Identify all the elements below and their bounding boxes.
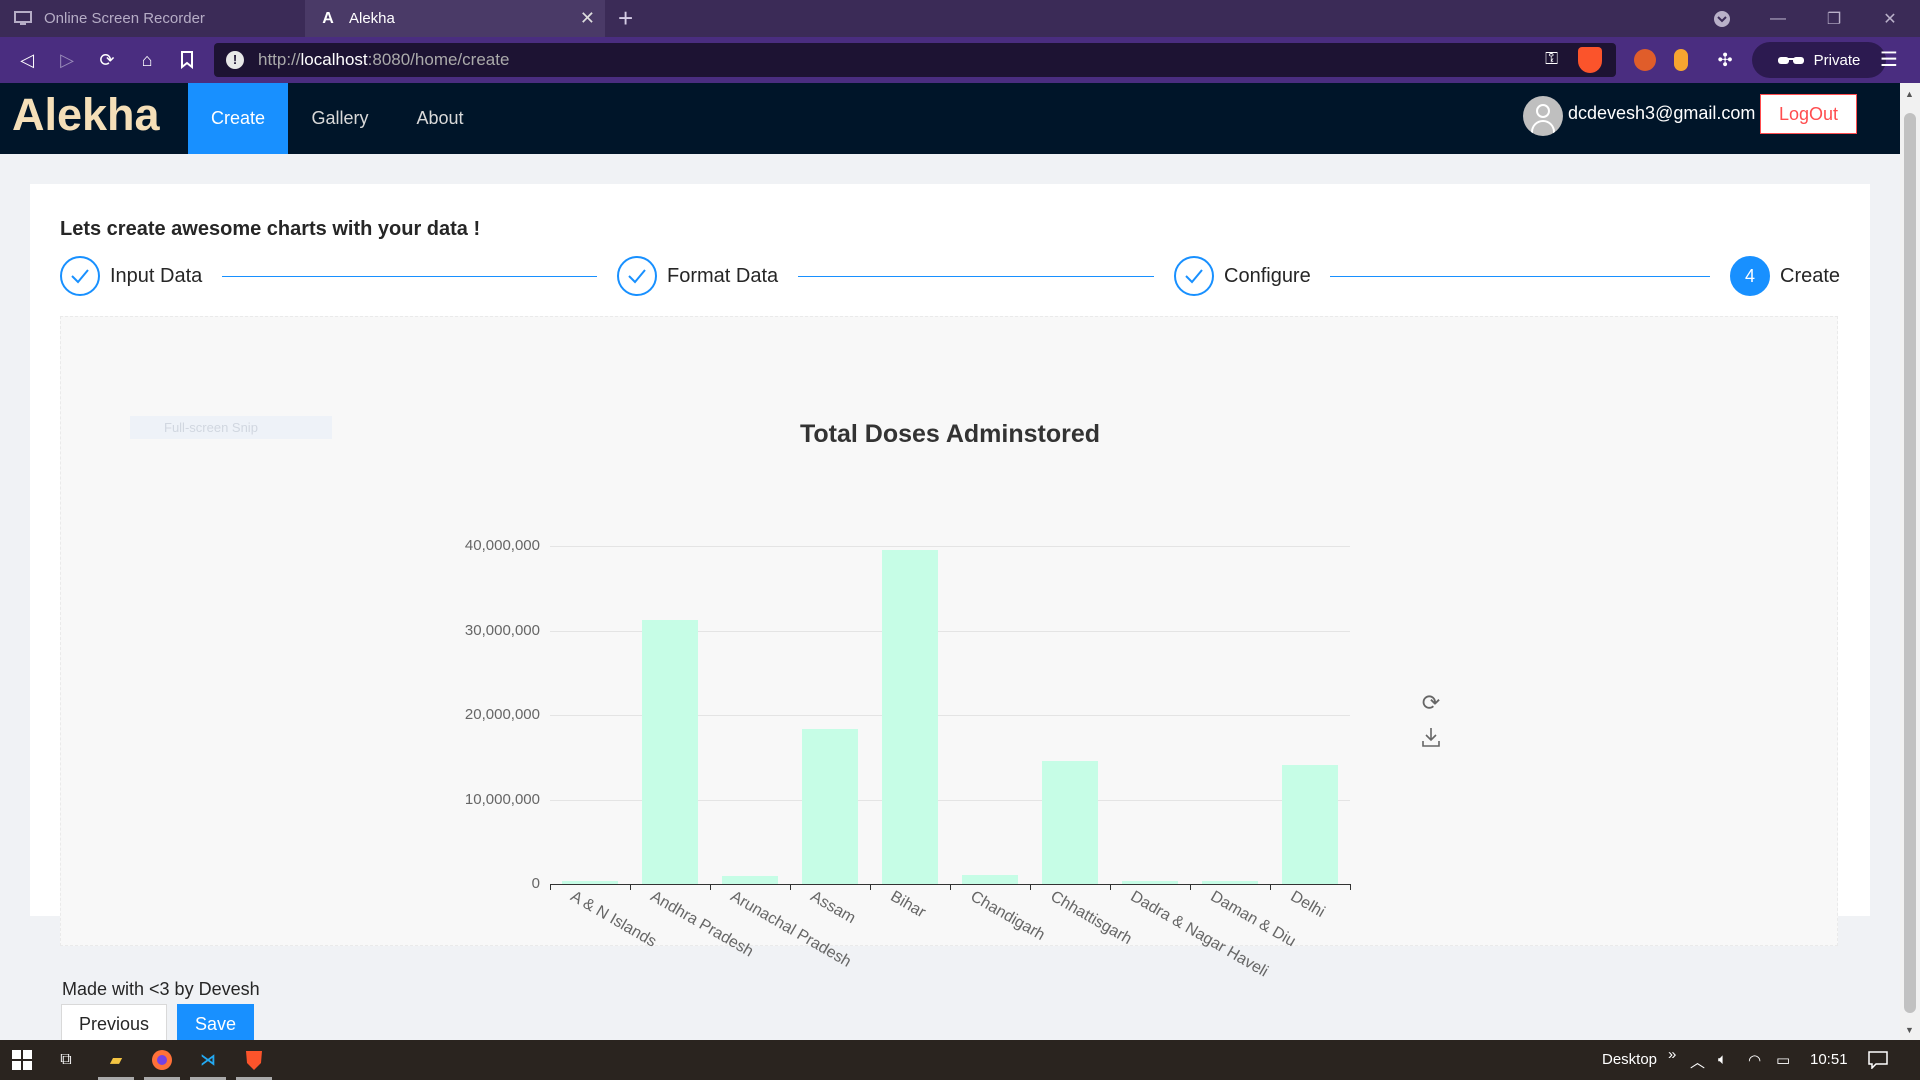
tab-title: Online Screen Recorder [44,10,205,27]
save-button[interactable]: Save [177,1004,254,1044]
footer-credit: Made with <3 by Devesh [62,979,260,999]
monitor-icon [14,10,32,28]
step-configure-check-icon [1174,256,1214,296]
logout-button[interactable]: LogOut [1760,94,1857,134]
step-connector [1330,276,1710,277]
tab-search-button[interactable] [1694,0,1750,37]
show-hidden-icons-icon[interactable]: ︿ [1690,1051,1705,1072]
chevrons-icon[interactable]: » [1668,1046,1676,1063]
task-view-icon[interactable]: ⧉ [54,1048,78,1072]
extension-icon[interactable] [1674,49,1688,71]
tab-alekha[interactable]: A Alekha ✕ [305,0,605,37]
bar[interactable] [1282,764,1338,884]
tab-title: Alekha [349,10,395,27]
step-input-data-check-icon [60,256,100,296]
back-icon[interactable]: ◁ [14,47,40,73]
page-intro: Lets create awesome charts with your dat… [60,218,481,240]
bar[interactable] [962,874,1018,884]
url-text: http://localhost:8080/home/create [258,50,510,69]
y-tick-label: 40,000,000 [464,537,540,554]
address-bar[interactable]: ! http://localhost:8080/home/create ⚿ [214,43,1616,77]
clock[interactable]: 10:51 [1810,1051,1848,1068]
scroll-down-icon[interactable]: ▼ [1905,1025,1914,1035]
glasses-icon [1777,52,1804,69]
download-chart-icon[interactable] [1418,726,1444,752]
step-create-number: 4 [1730,256,1770,296]
y-tick-label: 0 [531,875,540,892]
step-connector [798,276,1154,277]
bookmark-icon[interactable] [174,47,200,73]
restore-button[interactable]: ❐ [1806,0,1862,37]
step-connector [222,276,597,277]
y-tick-label: 30,000,000 [464,621,540,639]
browser-tabstrip: Online Screen Recorder A Alekha ✕ + — ❐ … [0,0,1920,37]
minimize-button[interactable]: — [1750,0,1806,37]
bar[interactable] [1042,761,1098,884]
home-icon[interactable]: ⌂ [134,47,160,73]
tab-online-screen-recorder[interactable]: Online Screen Recorder [0,0,305,37]
duckduckgo-extension-icon[interactable] [1634,49,1656,71]
bar[interactable] [802,728,858,884]
scroll-up-icon[interactable]: ▲ [1905,89,1914,99]
step-format-data-check-icon [617,256,657,296]
x-tick [1350,884,1351,890]
refresh-chart-icon[interactable]: ⟳ [1418,690,1444,716]
new-tab-button[interactable]: + [618,3,633,34]
angular-icon: A [322,9,334,27]
browser-toolbar: ◁ ▷ ⟳ ⌂ ! http://localhost:8080/home/cre… [0,37,1920,83]
x-axis-line [550,884,1350,885]
firefox-icon[interactable] [150,1048,174,1072]
desktop-toolbar-label[interactable]: Desktop [1602,1051,1657,1068]
nav-create[interactable]: Create [188,83,288,154]
bar[interactable] [642,620,698,884]
nav-gallery[interactable]: Gallery [300,83,380,154]
user-email: dcdevesh3@gmail.com [1568,103,1756,123]
bar[interactable] [882,550,938,884]
notifications-icon[interactable] [1868,1051,1888,1073]
puzzle-icon[interactable]: ✣ [1712,47,1738,73]
y-tick-label: 10,000,000 [464,790,540,808]
previous-button[interactable]: Previous [61,1004,167,1044]
private-label: Private [1813,51,1861,69]
site-info-icon[interactable]: ! [226,51,244,69]
battery-icon[interactable]: ▭ [1776,1051,1790,1069]
app-header: Alekha Create Gallery About dcdevesh3@gm… [0,83,1900,154]
step-create: Create [1780,265,1841,287]
y-tick-label: 20,000,000 [464,706,540,723]
bar[interactable] [722,875,778,884]
key-icon[interactable]: ⚿ [1545,49,1558,69]
file-explorer-icon[interactable]: ▰ [104,1048,128,1072]
step-configure: Configure [1224,265,1311,287]
reload-icon[interactable]: ⟳ [94,47,120,73]
brave-shield-icon[interactable] [1578,47,1602,73]
scroll-thumb[interactable] [1904,113,1916,1013]
windows-start-icon[interactable] [10,1048,34,1072]
chart-title: Total Doses Adminstored [799,420,1101,448]
volume-icon[interactable]: 🔈︎ [1718,1051,1727,1068]
wifi-icon[interactable]: ◠ [1748,1051,1761,1069]
avatar[interactable] [1523,96,1563,136]
step-format-data: Format Data [667,265,779,287]
brave-icon[interactable] [242,1048,266,1072]
step-input-data: Input Data [110,265,203,287]
vscode-icon[interactable]: ⋊ [196,1048,220,1072]
windows-taskbar: ⧉ ▰ ⋊ Desktop » ︿ 🔈︎ ◠ ▭ 10:51 [0,1040,1920,1080]
menu-icon[interactable]: ☰ [1880,47,1898,72]
app-logo[interactable]: Alekha [12,89,160,141]
page-scrollbar[interactable]: ▲ ▼ [1900,83,1920,1040]
close-window-button[interactable]: ✕ [1862,0,1918,37]
close-tab-icon[interactable]: ✕ [580,8,595,29]
nav-about[interactable]: About [400,83,480,154]
gridline [550,546,1350,547]
forward-icon[interactable]: ▷ [54,47,80,73]
private-window-badge[interactable]: Private [1752,42,1886,78]
